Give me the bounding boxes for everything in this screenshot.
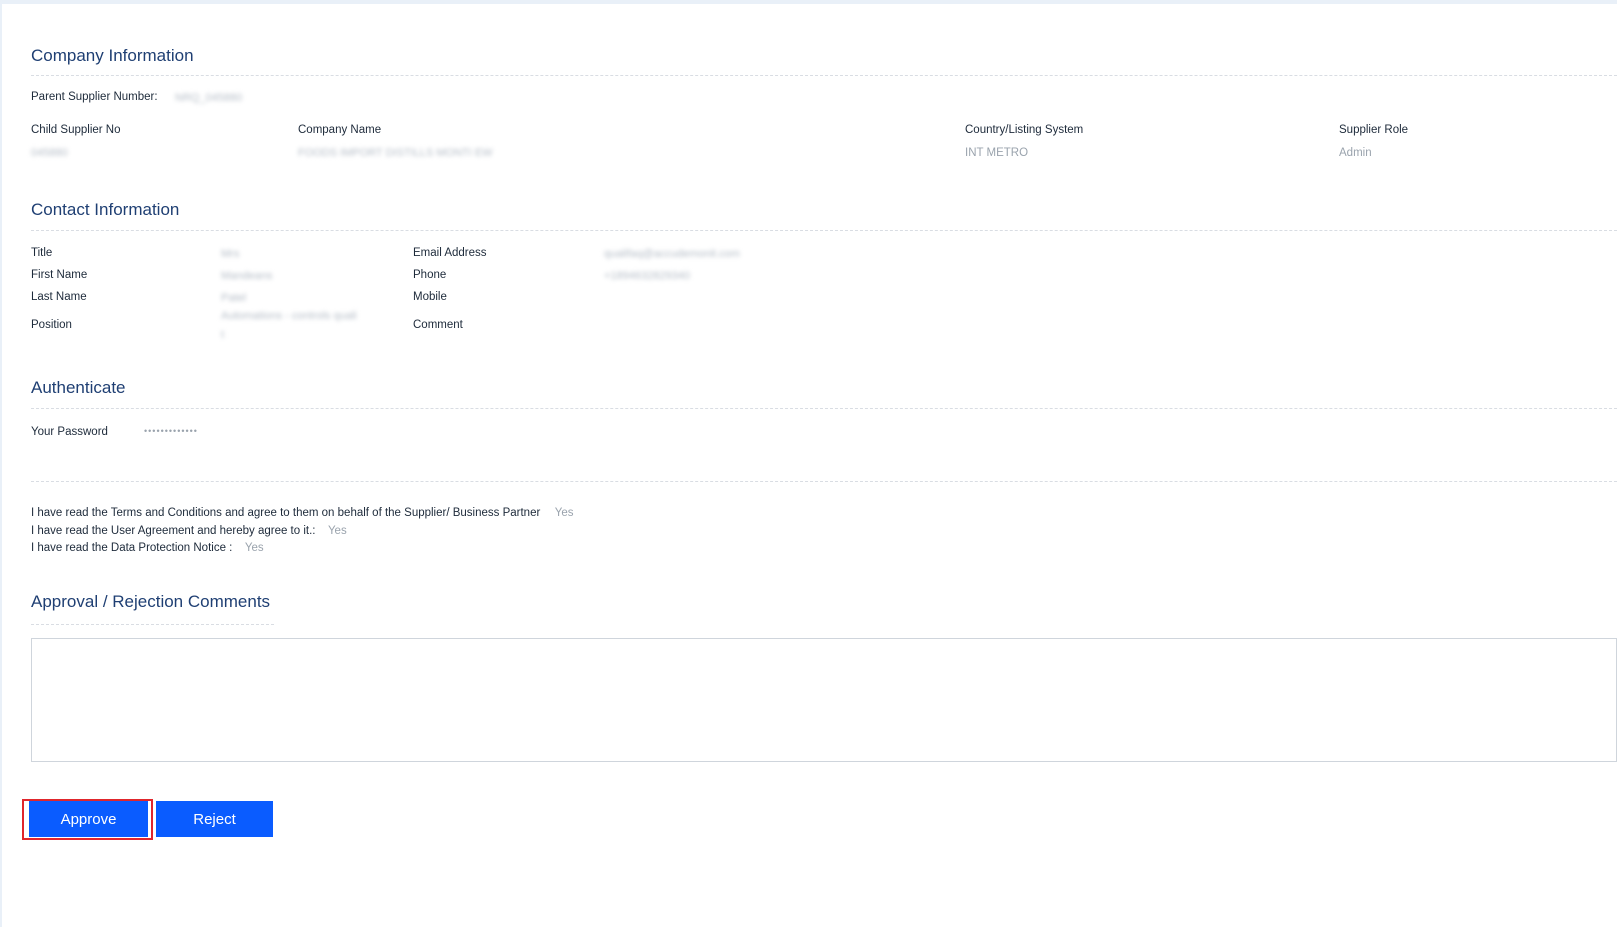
phone-label: Phone bbox=[413, 269, 447, 281]
company-name-value: FOODS IMPORT DISTILLS MONTI EW bbox=[298, 147, 493, 159]
heading-underline bbox=[31, 624, 274, 625]
your-password-label: Your Password bbox=[31, 426, 108, 438]
approval-comment-textarea[interactable] bbox=[31, 638, 1617, 762]
title-value: Mrs bbox=[221, 248, 240, 260]
parent-supplier-number-label: Parent Supplier Number: bbox=[31, 91, 158, 103]
terms-agreement-label: I have read the Terms and Conditions and… bbox=[31, 507, 541, 519]
comment-label: Comment bbox=[413, 319, 463, 331]
approval-panel: Company Information Parent Supplier Numb… bbox=[2, 4, 1617, 927]
terms-agreement-value: Yes bbox=[554, 507, 574, 519]
last-name-value: Patel bbox=[221, 292, 247, 304]
user-agreement-label: I have read the User Agreement and hereb… bbox=[31, 525, 316, 537]
approval-rejection-heading: Approval / Rejection Comments bbox=[31, 592, 271, 611]
supplier-role-label: Supplier Role bbox=[1339, 124, 1409, 136]
contact-information-heading: Contact Information bbox=[31, 200, 180, 219]
position-value-line2: t bbox=[221, 329, 225, 341]
section-divider bbox=[31, 481, 1617, 482]
email-address-value: qualifaq@accudemonit.com bbox=[604, 248, 740, 260]
mobile-label: Mobile bbox=[413, 291, 447, 303]
data-protection-value: Yes bbox=[244, 542, 264, 554]
position-label: Position bbox=[31, 319, 72, 331]
user-agreement-value: Yes bbox=[327, 525, 347, 537]
first-name-value: Mandeans bbox=[221, 270, 273, 282]
phone-value: +1894632829340 bbox=[604, 270, 690, 282]
position-value-line1: Automations - controls quali bbox=[221, 310, 357, 322]
parent-supplier-number-value: NRQ_045880 bbox=[175, 92, 243, 104]
data-protection-label: I have read the Data Protection Notice : bbox=[31, 542, 233, 554]
first-name-label: First Name bbox=[31, 269, 88, 281]
company-name-label: Company Name bbox=[298, 124, 382, 136]
your-password-value: ••••••••••••• bbox=[144, 426, 198, 436]
section-divider bbox=[31, 408, 1617, 409]
country-listing-system-value: INT METRO bbox=[965, 147, 1029, 159]
email-address-label: Email Address bbox=[413, 247, 487, 259]
child-supplier-no-value: 045880 bbox=[31, 147, 68, 159]
data-protection-row: I have read the Data Protection Notice :… bbox=[31, 538, 264, 556]
title-label: Title bbox=[31, 247, 53, 259]
authenticate-heading: Authenticate bbox=[31, 378, 126, 397]
supplier-role-value: Admin bbox=[1339, 147, 1372, 159]
user-agreement-row: I have read the User Agreement and hereb… bbox=[31, 521, 347, 539]
last-name-label: Last Name bbox=[31, 291, 87, 303]
section-divider bbox=[31, 230, 1617, 231]
company-information-heading: Company Information bbox=[31, 46, 194, 65]
section-divider bbox=[31, 75, 1617, 76]
child-supplier-no-label: Child Supplier No bbox=[31, 124, 121, 136]
approve-button[interactable]: Approve bbox=[29, 801, 148, 837]
reject-button[interactable]: Reject bbox=[156, 801, 273, 837]
country-listing-system-label: Country/Listing System bbox=[965, 124, 1084, 136]
terms-agreement-row: I have read the Terms and Conditions and… bbox=[31, 503, 574, 521]
